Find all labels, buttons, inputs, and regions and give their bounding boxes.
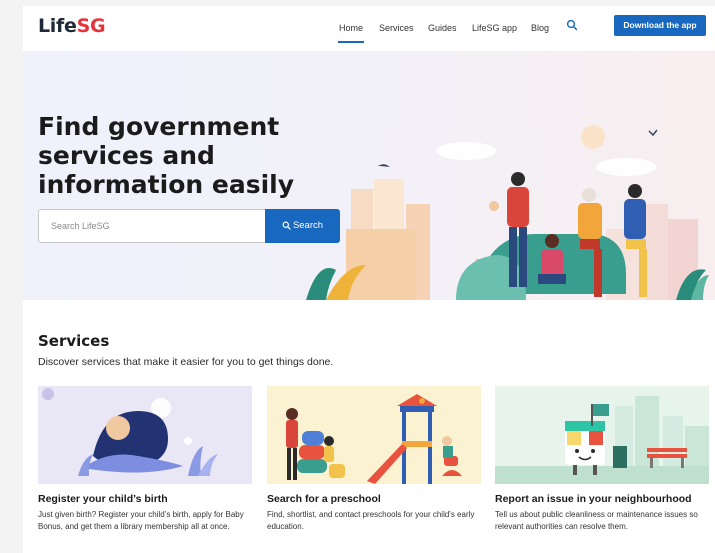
services-subtitle: Discover services that make it easier fo… [38,356,334,368]
card-title: Report an issue in your neighbourhood [495,493,692,505]
hero-illustration [306,125,709,300]
report-issue-illustration [495,386,709,484]
service-card-birth[interactable]: Register your child’s birth Just given b… [38,386,252,533]
page: LifeSG Home Services Guides LifeSG app B… [23,6,715,553]
search-icon [282,221,291,230]
hero-search-input[interactable] [38,209,266,243]
hero-section: Find government services and information… [23,51,715,300]
nav-services[interactable]: Services [379,23,414,33]
card-description: Find, shortlist, and contact preschools … [267,510,475,531]
service-card-preschool[interactable]: Search for a preschool Find, shortlist, … [267,386,481,533]
service-card-report-issue[interactable]: Report an issue in your neighbourhood Te… [495,386,709,533]
nav-lifesg-app[interactable]: LifeSG app [472,23,517,33]
download-app-button[interactable]: Download the app [614,15,706,36]
card-description: Just given birth? Register your child’s … [38,510,244,531]
card-description: Tell us about public cleanliness or main… [495,510,698,531]
nav-blog[interactable]: Blog [531,23,549,33]
lifesg-logo[interactable]: LifeSG [38,15,106,37]
nav-guides[interactable]: Guides [428,23,457,33]
birth-illustration [38,386,252,484]
preschool-illustration [267,386,481,484]
card-title: Search for a preschool [267,493,381,505]
search-icon[interactable] [566,19,578,31]
logo-text-sg: SG [76,15,106,37]
nav-home[interactable]: Home [337,23,365,43]
site-header: LifeSG Home Services Guides LifeSG app B… [23,6,715,51]
logo-text-life: Life [38,15,77,37]
card-title: Register your child’s birth [38,493,168,505]
services-heading: Services [38,332,110,350]
